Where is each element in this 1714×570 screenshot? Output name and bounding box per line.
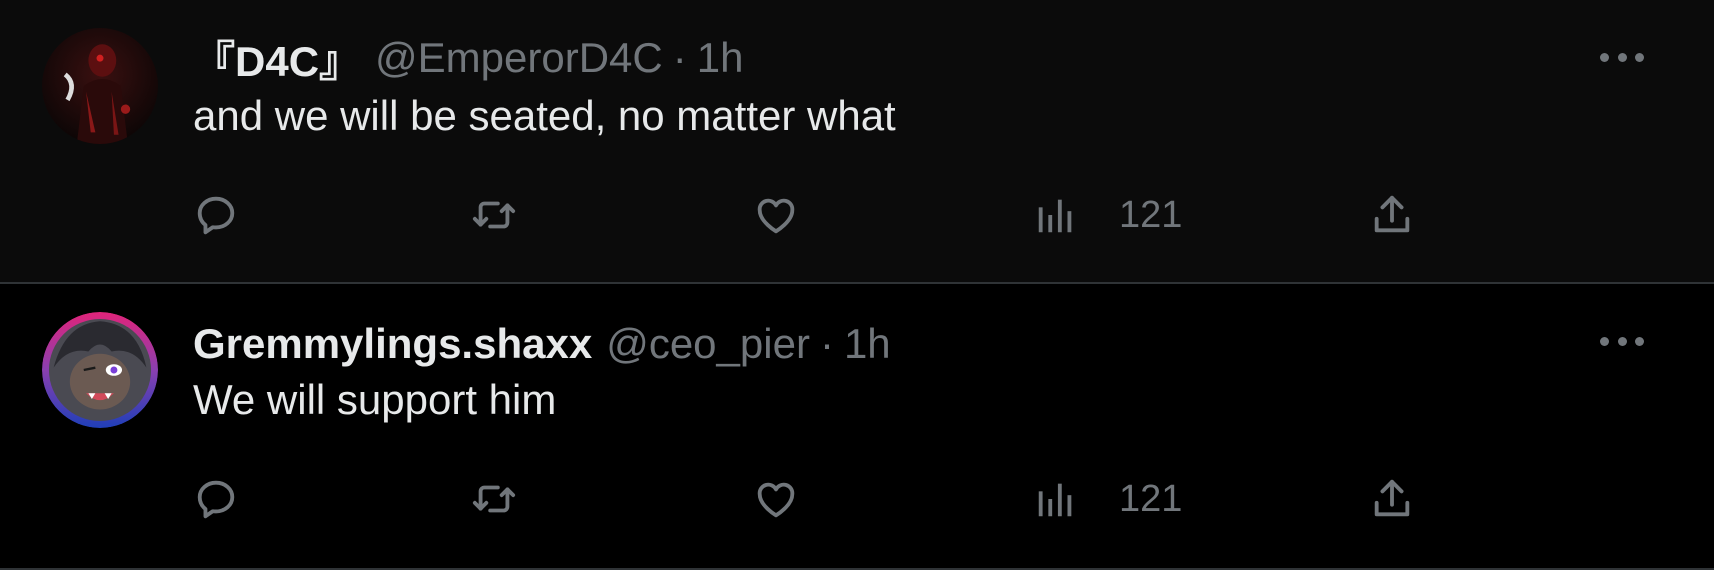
- display-name[interactable]: 『D4C』: [193, 28, 361, 89]
- like-button[interactable]: [753, 190, 799, 240]
- timestamp[interactable]: 1h: [844, 320, 891, 368]
- handle[interactable]: @EmperorD4C: [375, 34, 663, 82]
- tweet-text: We will support him: [193, 376, 557, 423]
- separator: ·: [672, 34, 687, 81]
- anime-character-avatar-icon: [42, 312, 158, 428]
- handle[interactable]: @ceo_pier: [606, 320, 810, 368]
- tweet[interactable]: 『D4C』 @EmperorD4C · 1h and we will be se…: [0, 0, 1714, 284]
- retweet-icon: [472, 485, 516, 513]
- retweet-button[interactable]: [471, 474, 517, 524]
- views-button[interactable]: 121: [1033, 474, 1182, 524]
- timestamp[interactable]: 1h: [697, 34, 744, 82]
- tweet-actions: 121: [193, 190, 1443, 240]
- views-count: 121: [1119, 477, 1183, 520]
- share-icon: [1374, 479, 1410, 517]
- reply-icon: [197, 196, 235, 235]
- reply-icon: [197, 480, 235, 519]
- share-button[interactable]: [1369, 474, 1415, 524]
- tweet-text: and we will be seated, no matter what: [193, 92, 896, 139]
- avatar[interactable]: [42, 28, 158, 144]
- heart-icon: [757, 482, 795, 518]
- dark-red-figure-avatar-icon: [42, 28, 158, 144]
- more-dots-icon[interactable]: [1600, 42, 1644, 72]
- reply-button[interactable]: [193, 474, 239, 524]
- avatar[interactable]: [42, 312, 158, 428]
- views-chart-icon: [1038, 199, 1072, 233]
- more-dots-icon[interactable]: [1600, 326, 1644, 356]
- share-button[interactable]: [1369, 190, 1415, 240]
- tweet-header: Gremmylings.shaxx @ceo_pier · 1h: [193, 314, 891, 374]
- views-button[interactable]: 121: [1033, 190, 1182, 240]
- views-count: 121: [1119, 193, 1183, 236]
- tweet[interactable]: Gremmylings.shaxx @ceo_pier · 1h We will…: [0, 284, 1714, 570]
- tweet-header: 『D4C』 @EmperorD4C · 1h: [193, 28, 743, 88]
- separator: ·: [819, 320, 834, 367]
- retweet-icon: [472, 201, 516, 229]
- retweet-button[interactable]: [471, 190, 517, 240]
- share-icon: [1374, 195, 1410, 233]
- reply-button[interactable]: [193, 190, 239, 240]
- views-chart-icon: [1038, 483, 1072, 517]
- tweet-actions: 121: [193, 474, 1443, 524]
- display-name[interactable]: Gremmylings.shaxx: [193, 320, 592, 368]
- like-button[interactable]: [753, 474, 799, 524]
- heart-icon: [757, 198, 795, 234]
